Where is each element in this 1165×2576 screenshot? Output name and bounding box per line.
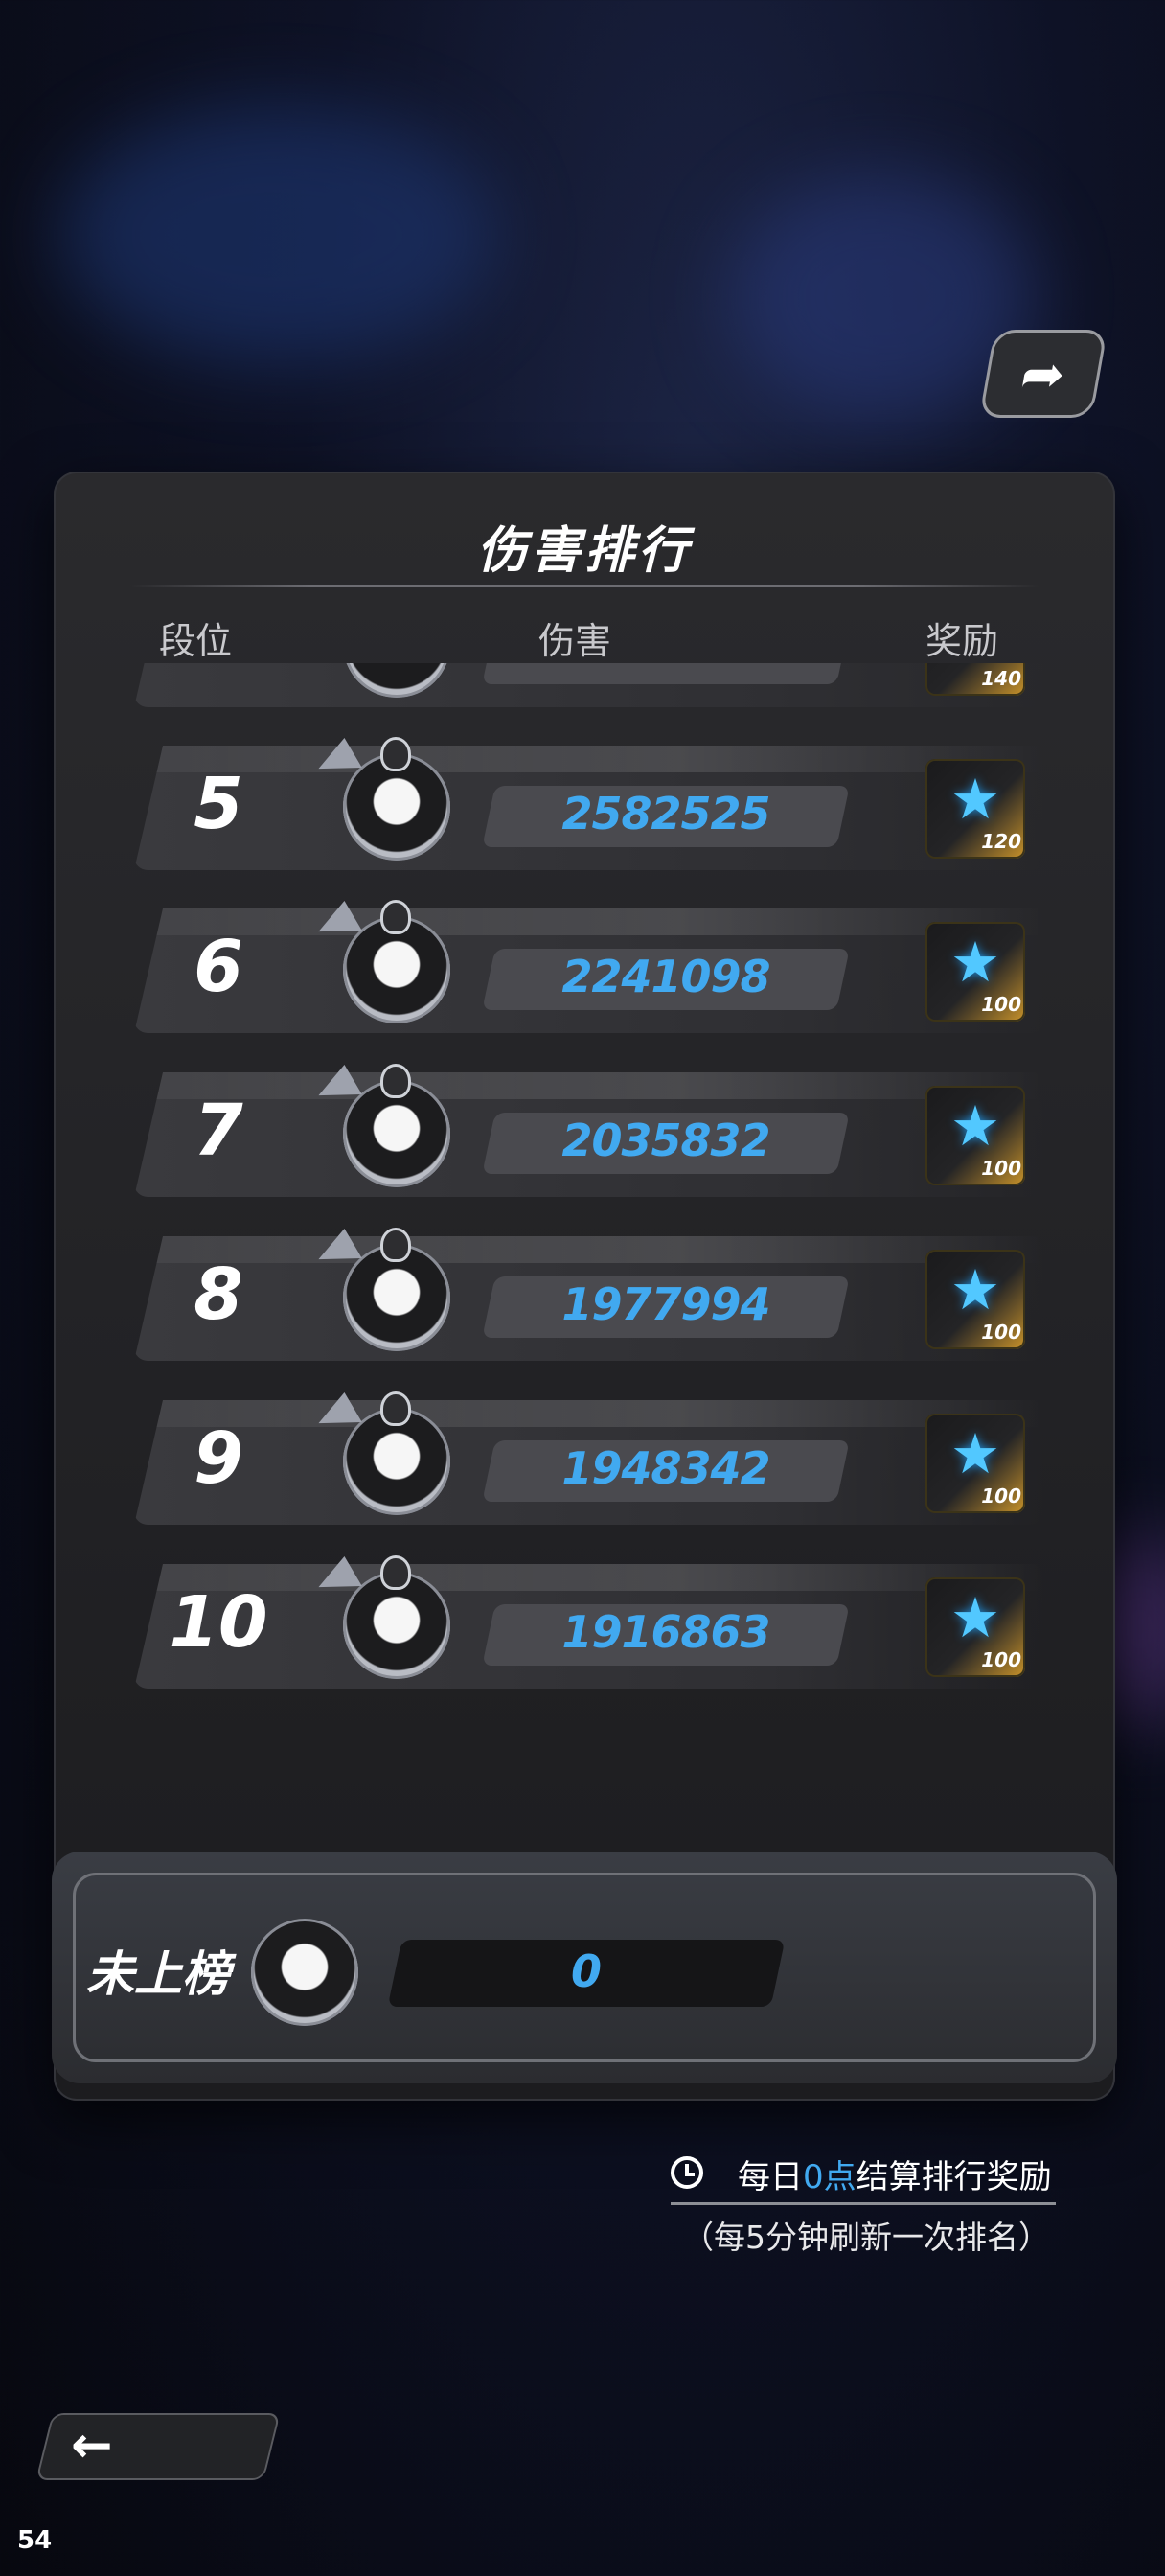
back-arrow-icon[interactable]: ← [71, 2417, 113, 2474]
rank-number: 5 [194, 763, 243, 845]
column-header-rank: 段位 [159, 620, 233, 662]
share-button[interactable]: ➦ [978, 330, 1108, 418]
rank-number: 8 [194, 1254, 243, 1336]
reward-item[interactable]: ★ 140 [925, 663, 1025, 696]
settlement-suffix: 结算排行奖励 [856, 2158, 1052, 2196]
reward-item[interactable]: ★ 100 [925, 1577, 1025, 1677]
reward-count: 100 [981, 1157, 1021, 1180]
reward-item[interactable]: ★ 100 [925, 1250, 1025, 1349]
background-glow-left [57, 105, 498, 364]
damage-value: 2582525 [561, 788, 770, 840]
player-avatar [343, 1394, 450, 1515]
rank-number: 9 [194, 1417, 243, 1500]
player-avatar [343, 740, 450, 861]
star-gem-icon: ★ [950, 1585, 1000, 1650]
rank-number: 10 [169, 1581, 268, 1664]
fps-counter: 54 [17, 2526, 53, 2555]
ranking-row[interactable]: 6 2241098 ★ 100 [134, 903, 1044, 1035]
column-header-damage: 伤害 [538, 620, 612, 662]
player-avatar [343, 1230, 450, 1351]
damage-value: 2241098 [561, 951, 770, 1002]
star-gem-icon: ★ [950, 1257, 1000, 1322]
reward-count: 100 [981, 1648, 1021, 1671]
damage-value: 1948342 [561, 1442, 770, 1494]
ranking-row[interactable]: 8 1977994 ★ 100 [134, 1230, 1044, 1363]
settlement-prefix: 每日 [738, 2158, 803, 2196]
settlement-time: 0点 [803, 2158, 857, 2196]
reward-count: 120 [981, 830, 1021, 853]
player-avatar [343, 903, 450, 1024]
rank-number: 7 [194, 1090, 243, 1172]
self-avatar [251, 1919, 358, 2026]
reward-item[interactable]: ★ 100 [925, 1414, 1025, 1513]
damage-value: 1916863 [561, 1606, 770, 1658]
player-avatar [343, 1067, 450, 1187]
refresh-note: （每5分钟刷新一次排名） [682, 2219, 1050, 2256]
star-gem-icon: ★ [950, 1093, 1000, 1159]
reward-item[interactable]: ★ 120 [925, 759, 1025, 859]
star-gem-icon: ★ [950, 1421, 1000, 1486]
reward-count: 100 [981, 1484, 1021, 1507]
rank-number: 6 [194, 926, 243, 1008]
damage-value: 1977994 [561, 1278, 770, 1330]
star-gem-icon: ★ [950, 767, 1000, 832]
self-rank-label: 未上榜 [86, 1946, 230, 2002]
player-avatar [343, 1558, 450, 1679]
reward-count: 100 [981, 1321, 1021, 1344]
damage-value: 2035832 [561, 1115, 770, 1166]
reward-item[interactable]: ★ 100 [925, 922, 1025, 1022]
reward-count: 100 [981, 993, 1021, 1016]
ranking-row: ★ 140 [134, 663, 1044, 709]
title-divider [130, 585, 1039, 587]
reward-item[interactable]: ★ 100 [925, 1086, 1025, 1185]
share-icon: ➦ [1016, 343, 1071, 404]
ranking-row[interactable]: 7 2035832 ★ 100 [134, 1067, 1044, 1199]
ranking-list[interactable]: ★ 140 5 2582525 ★ 120 6 2241098 ★ 100 [54, 663, 1115, 1909]
clock-icon [671, 2156, 703, 2189]
ranking-row[interactable]: 5 2582525 ★ 120 [134, 740, 1044, 872]
reward-count: 140 [981, 667, 1021, 690]
settlement-info: 每日0点结算排行奖励 [738, 2150, 1052, 2197]
ranking-row[interactable]: 9 1948342 ★ 100 [134, 1394, 1044, 1527]
star-gem-icon: ★ [950, 930, 1000, 995]
panel-title: 伤害排行 [476, 522, 692, 580]
ranking-row[interactable]: 10 1916863 ★ 100 [134, 1558, 1044, 1690]
settlement-underline [671, 2202, 1056, 2205]
self-rank-row: 未上榜 0 [52, 1852, 1117, 2083]
column-header-reward: 奖励 [925, 620, 999, 662]
self-damage-value: 0 [570, 1945, 602, 1997]
